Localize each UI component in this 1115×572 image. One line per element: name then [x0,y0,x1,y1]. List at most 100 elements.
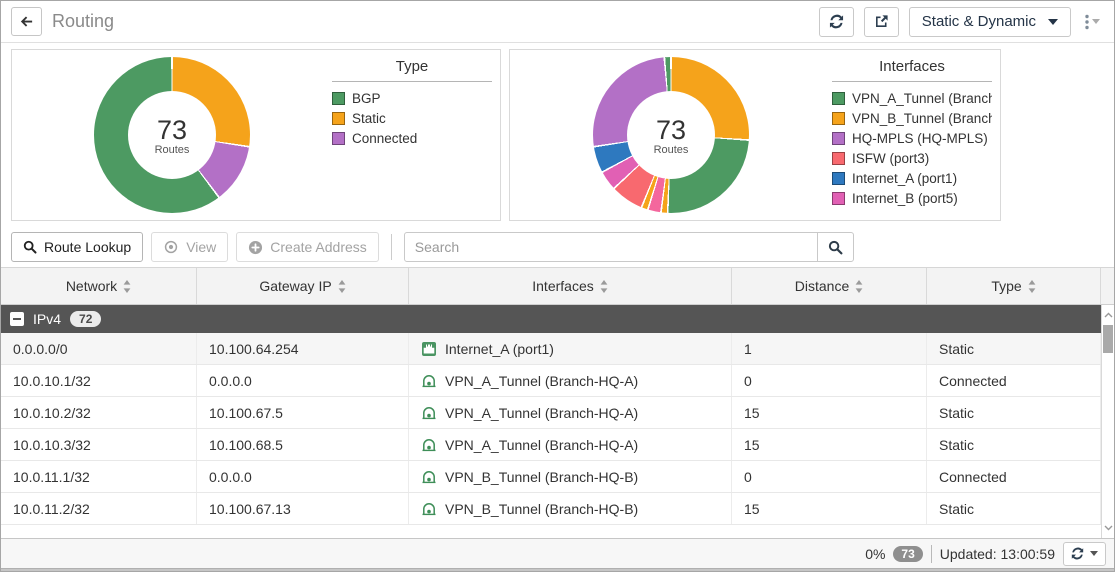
network-cell: 10.0.10.1/32 [1,365,197,396]
interfaces-donut-center: 73 Routes [627,91,715,179]
refresh-button[interactable] [819,7,854,37]
legend-label: VPN_B_Tunnel (Branch-... [852,111,992,126]
gateway-ip-cell: 10.100.67.13 [197,493,409,524]
column-header-network[interactable]: Network [1,268,197,304]
create-address-button[interactable]: Create Address [236,232,379,262]
column-label: Interfaces [532,278,593,294]
legend-item[interactable]: Connected [332,131,492,146]
route-lookup-label: Route Lookup [44,239,131,255]
search-input[interactable] [404,232,818,262]
refresh-icon [1071,547,1084,560]
charts-row: 73 Routes Type BGP Static [1,43,1114,227]
type-routes-label: Routes [155,144,190,156]
table-row[interactable]: 10.0.10.3/32 10.100.68.5 VPN_A_Tunnel (B… [1,429,1101,461]
magnifier-icon [23,240,37,254]
tunnel-icon [421,373,437,389]
legend-swatch [332,112,345,125]
legend-swatch [832,132,845,145]
table-row[interactable]: 10.0.11.2/32 10.100.67.13 VPN_B_Tunnel (… [1,493,1101,525]
column-header-type[interactable]: Type [927,268,1101,304]
network-cell: 10.0.11.1/32 [1,461,197,492]
route-lookup-button[interactable]: Route Lookup [11,232,143,262]
tunnel-icon [421,469,437,485]
search-button[interactable] [817,232,854,262]
status-bar: 0% 73 Updated: 13:00:59 [1,538,1114,568]
table-header: Network Gateway IP Interfaces Distance T… [1,267,1114,305]
legend-label: ISFW (port3) [852,151,929,166]
interfaces-donut-chart[interactable]: 73 Routes [593,57,749,213]
more-menu-button[interactable] [1081,14,1104,30]
open-in-new-button[interactable] [864,7,899,37]
updated-timestamp: Updated: 13:00:59 [940,546,1055,562]
ipv4-group-row[interactable]: IPv4 72 [1,305,1101,333]
legend-label: Static [352,111,386,126]
interfaces-routes-count: 73 [656,115,686,146]
total-routes-badge: 73 [893,546,922,562]
scrollbar-thumb[interactable] [1103,325,1113,353]
legend-item[interactable]: HQ-MPLS (HQ-MPLS) [832,131,992,146]
chevron-down-icon [1092,19,1100,24]
table-row[interactable]: 10.0.10.1/32 0.0.0.0 VPN_A_Tunnel (Branc… [1,365,1101,397]
chevron-up-icon[interactable] [1102,308,1114,322]
interface-cell: Internet_A (port1) [409,333,732,364]
interface-label: VPN_A_Tunnel (Branch-HQ-A) [445,405,638,421]
column-header-gateway-ip[interactable]: Gateway IP [197,268,409,304]
legend-swatch [832,172,845,185]
legend-item[interactable]: Static [332,111,492,126]
sort-arrows-icon [123,280,131,293]
interface-cell: VPN_A_Tunnel (Branch-HQ-A) [409,429,732,460]
arrow-left-icon [19,14,34,29]
table-row[interactable]: 0.0.0.0/0 10.100.64.254 Internet_A (port… [1,333,1101,365]
footer-refresh-button[interactable] [1063,542,1106,566]
legend-swatch [332,132,345,145]
column-label: Type [991,278,1021,294]
page-title: Routing [52,11,114,32]
legend-item[interactable]: VPN_B_Tunnel (Branch-... [832,111,992,126]
column-header-interfaces[interactable]: Interfaces [409,268,732,304]
type-donut-chart[interactable]: 73 Routes [94,57,250,213]
legend-item[interactable]: Internet_A (port1) [832,171,992,186]
minus-square-icon[interactable] [10,312,24,326]
column-header-spacer [1101,268,1114,304]
interface-label: VPN_A_Tunnel (Branch-HQ-A) [445,373,638,389]
column-label: Distance [795,278,849,294]
legend-item[interactable]: Internet_B (port5) [832,191,992,206]
footer-divider [931,545,932,563]
distance-cell: 15 [732,397,927,428]
chevron-down-icon[interactable] [1102,521,1114,535]
legend-label: Internet_B (port5) [852,191,958,206]
view-button[interactable]: View [151,232,228,262]
distance-cell: 0 [732,461,927,492]
type-legend-title: Type [332,58,492,82]
legend-swatch [832,112,845,125]
tunnel-icon [421,437,437,453]
type-cell: Static [927,397,1101,428]
search-box [404,232,854,262]
legend-item[interactable]: VPN_A_Tunnel (Branch-... [832,91,992,106]
top-bar: Routing Static & Dynamic [1,1,1114,43]
interface-label: Internet_A (port1) [445,341,554,357]
network-cell: 10.0.10.2/32 [1,397,197,428]
table-row[interactable]: 10.0.11.1/32 0.0.0.0 VPN_B_Tunnel (Branc… [1,461,1101,493]
legend-label: Connected [352,131,417,146]
magnifier-icon [828,240,843,255]
plus-circle-icon [248,240,263,255]
table-scrollbar[interactable] [1101,305,1114,538]
back-button[interactable] [11,7,42,36]
eye-icon [163,240,179,254]
distance-cell: 1 [732,333,927,364]
network-cell: 10.0.10.3/32 [1,429,197,460]
legend-swatch [832,152,845,165]
legend-item[interactable]: ISFW (port3) [832,151,992,166]
interfaces-routes-label: Routes [654,144,689,156]
type-legend: Type BGP Static Connected [332,50,500,220]
route-view-mode-dropdown[interactable]: Static & Dynamic [909,7,1071,37]
refresh-icon [829,14,844,29]
group-count-badge: 72 [70,311,101,327]
column-header-distance[interactable]: Distance [732,268,927,304]
table-row[interactable]: 10.0.10.2/32 10.100.67.5 VPN_A_Tunnel (B… [1,397,1101,429]
tunnel-icon [421,405,437,421]
routes-by-interface-panel: 73 Routes Interfaces VPN_A_Tunnel (Branc… [509,49,1001,221]
legend-item[interactable]: BGP [332,91,492,106]
chevron-down-icon [1090,551,1098,556]
